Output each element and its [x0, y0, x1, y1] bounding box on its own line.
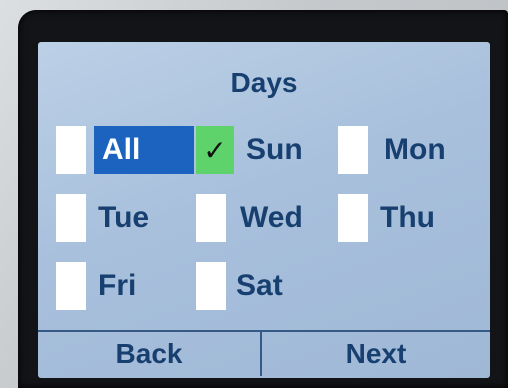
next-button[interactable]: Next [262, 332, 490, 376]
day-label-fri: Fri [98, 269, 137, 302]
checkbox-thu[interactable] [338, 194, 368, 242]
page-title: Days [230, 67, 298, 98]
check-icon: ✓ [203, 134, 227, 166]
softkey-bar: Back Next [38, 330, 490, 378]
day-label-mon: Mon [384, 133, 446, 166]
checkbox-sun[interactable]: ✓ [196, 126, 234, 174]
day-label-sat: Sat [236, 269, 283, 302]
device-screen: Days All ✓ Sun Mon Tue Wed Thu Fri Sat B… [38, 42, 490, 378]
checkbox-all[interactable] [56, 126, 86, 174]
checkbox-sat[interactable] [196, 262, 226, 310]
day-label-thu: Thu [380, 201, 435, 234]
day-label-sun: Sun [246, 133, 303, 166]
day-label-wed: Wed [240, 201, 303, 234]
checkbox-mon[interactable] [338, 126, 368, 174]
checkbox-fri[interactable] [56, 262, 86, 310]
checkbox-wed[interactable] [196, 194, 226, 242]
day-label-tue: Tue [98, 201, 150, 234]
back-button[interactable]: Back [38, 332, 262, 376]
day-label-all: All [94, 126, 194, 174]
checkbox-tue[interactable] [56, 194, 86, 242]
